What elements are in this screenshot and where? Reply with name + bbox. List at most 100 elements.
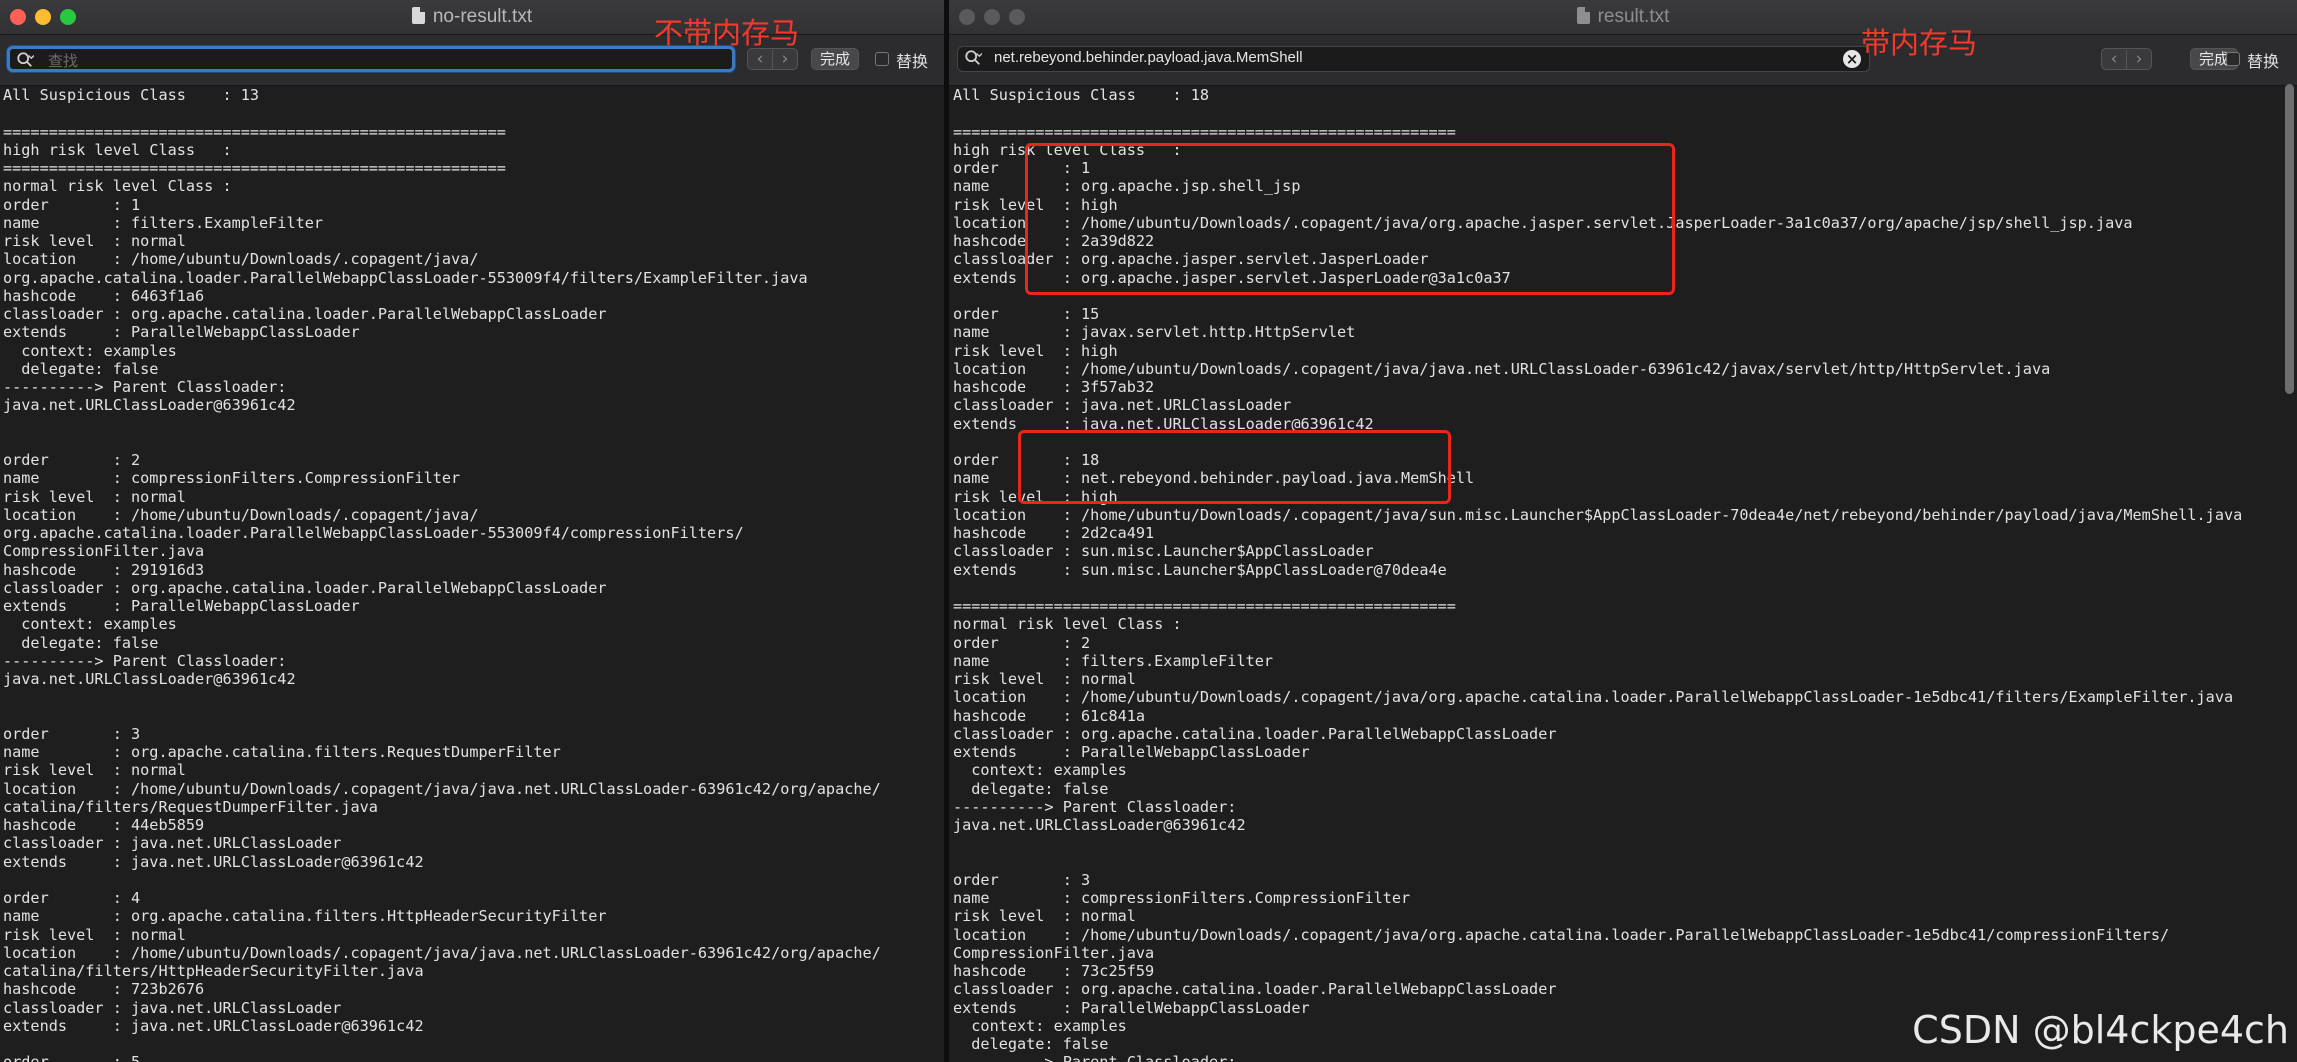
text-line: org.apache.catalina.loader.ParallelWebap… (3, 524, 744, 542)
text-line: risk level : high (953, 341, 1118, 360)
watermark: CSDN @bl4ckpe4ch (1912, 1008, 2289, 1052)
text-line: ----------> Parent Classloader: (3, 378, 287, 396)
text-line: extends : ParallelWebappClassLoader (3, 323, 360, 342)
text-line: CompressionFilter.java (3, 542, 205, 561)
text-line: ========================================… (953, 122, 1456, 141)
text-line: order : 5 (3, 1053, 140, 1062)
text-line: classloader : java.net.URLClassLoader (3, 998, 342, 1017)
chevron-left-icon[interactable]: ‹ (748, 50, 772, 70)
text-line: location : /home/ubuntu/Downloads/.copag… (3, 943, 881, 962)
text-line: hashcode : 2d2ca491 (953, 524, 1155, 542)
text-line: hashcode : 61c841a (953, 706, 1146, 725)
chevron-left-icon[interactable]: ‹ (2102, 50, 2126, 70)
text-line: classloader : org.apache.catalina.loader… (3, 305, 607, 323)
replace-label: 替换 (2247, 54, 2280, 71)
right-title-bar: result.txt (949, 0, 2297, 35)
text-line: org.apache.catalina.loader.ParallelWebap… (3, 268, 808, 287)
text-line: extends : ParallelWebappClassLoader (953, 998, 1310, 1017)
text-line: name : javax.servlet.http.HttpServlet (953, 323, 1356, 342)
text-line: order : 1 (3, 195, 141, 214)
text-line: name : filters.ExampleFilter (953, 651, 1274, 670)
text-line: risk level : normal (3, 232, 186, 250)
replace-checkbox[interactable] (2226, 52, 2240, 66)
find-navigation: ‹ › (2101, 48, 2152, 70)
text-line: order : 2 (3, 451, 141, 469)
text-line: ----------> Parent Classloader: (953, 797, 1237, 816)
text-line: risk level : normal (3, 487, 186, 506)
search-icon[interactable] (964, 49, 982, 67)
text-line: normal risk level Class : (3, 177, 232, 196)
text-line: hashcode : 723b2676 (3, 980, 205, 999)
text-line: normal risk level Class : (953, 615, 1182, 634)
text-line: delegate: false (971, 779, 1109, 798)
text-line: location : /home/ubuntu/Downloads/.copag… (3, 779, 881, 798)
window-title-text: result.txt (1597, 6, 1670, 27)
text-line: hashcode : 44eb5859 (3, 816, 205, 834)
text-line: delegate: false (21, 633, 159, 652)
text-line: order : 2 (953, 633, 1091, 652)
find-input[interactable]: net.rebeyond.behinder.payload.java.MemSh… (957, 46, 1870, 72)
window-title: result.txt (949, 6, 2297, 28)
text-line: order : 4 (3, 889, 141, 907)
text-line: classloader : org.apache.catalina.loader… (953, 980, 1557, 999)
chevron-right-icon[interactable]: › (772, 50, 797, 70)
find-input[interactable]: 查找 (7, 46, 735, 72)
text-line: catalina/filters/HttpHeaderSecurityFilte… (3, 962, 424, 980)
text-line: context: examples (21, 341, 177, 360)
text-line: name : compressionFilters.CompressionFil… (953, 889, 1411, 907)
clear-search-icon[interactable]: × (1843, 50, 1861, 68)
find-input-placeholder: 查找 (48, 53, 79, 70)
find-input-value: net.rebeyond.behinder.payload.java.MemSh… (994, 49, 1303, 66)
annotation-with-memshell: 带内存马 (1861, 26, 1978, 60)
text-line: ========================================… (953, 597, 1456, 615)
text-line: order : 3 (953, 870, 1091, 889)
text-line: ========================================… (3, 159, 506, 177)
text-line: location : /home/ubuntu/Downloads/.copag… (953, 505, 2243, 524)
text-line: location : /home/ubuntu/Downloads/.copag… (3, 250, 479, 269)
text-line: classloader : java.net.URLClassLoader (953, 396, 1292, 415)
replace-label: 替换 (896, 54, 929, 71)
text-line: All Suspicious Class : 13 (3, 86, 260, 104)
text-line: classloader : org.apache.catalina.loader… (953, 724, 1557, 743)
vertical-scrollbar[interactable] (2285, 84, 2294, 394)
text-line: catalina/filters/RequestDumperFilter.jav… (3, 797, 378, 816)
text-line: risk level : normal (3, 761, 186, 780)
text-line: classloader : java.net.URLClassLoader (3, 834, 342, 853)
text-line: extends : sun.misc.Launcher$AppClassLoad… (953, 560, 1447, 579)
text-line: location : /home/ubuntu/Downloads/.copag… (953, 688, 2234, 707)
text-line: extends : ParallelWebappClassLoader (953, 743, 1310, 761)
text-content[interactable]: All Suspicious Class : 13 ==============… (0, 86, 944, 1062)
text-line: location : /home/ubuntu/Downloads/.copag… (953, 359, 2051, 378)
document-icon (1576, 7, 1590, 24)
text-line: java.net.URLClassLoader@63961c42 (953, 816, 1246, 834)
replace-checkbox[interactable] (875, 52, 889, 66)
highlight-box-shell-jsp (1025, 143, 1675, 295)
search-icon[interactable] (16, 51, 34, 69)
text-line: order : 3 (3, 724, 141, 743)
chevron-right-icon[interactable]: › (2126, 50, 2151, 70)
text-line: risk level : normal (953, 670, 1136, 688)
text-line: extends : ParallelWebappClassLoader (3, 597, 360, 615)
text-line: location : /home/ubuntu/Downloads/.copag… (3, 505, 479, 524)
text-line: context: examples (971, 761, 1127, 780)
find-bar: net.rebeyond.behinder.payload.java.MemSh… (949, 35, 2297, 86)
left-editor-window: no-result.txt 查找 ‹ › 完成 替换 All Suspicious… (0, 0, 944, 1062)
text-line: hashcode : 291916d3 (3, 560, 205, 579)
text-line: hashcode : 6463f1a6 (3, 286, 205, 305)
text-line: extends : java.net.URLClassLoader@63961c… (3, 852, 424, 871)
annotation-no-memshell: 不带内存马 (654, 16, 800, 50)
done-button[interactable]: 完成 (811, 48, 860, 70)
text-line: ----------> Parent Classloader: (3, 651, 287, 670)
find-bar: 查找 ‹ › 完成 替换 (0, 35, 944, 86)
text-line: hashcode : 3f57ab32 (953, 378, 1155, 396)
text-line: All Suspicious Class : 18 (953, 86, 1210, 104)
text-line: high risk level Class : (3, 140, 232, 159)
window-title: no-result.txt (0, 6, 944, 28)
text-line: name : filters.ExampleFilter (3, 213, 324, 232)
text-line: name : org.apache.catalina.filters.Reque… (3, 743, 561, 761)
text-line: classloader : sun.misc.Launcher$AppClass… (953, 542, 1374, 561)
text-line: delegate: false (971, 1035, 1109, 1053)
text-line: context: examples (21, 615, 177, 634)
text-line: name : compressionFilters.CompressionFil… (3, 469, 461, 488)
file-text: All Suspicious Class : 13 ==============… (3, 86, 881, 1062)
